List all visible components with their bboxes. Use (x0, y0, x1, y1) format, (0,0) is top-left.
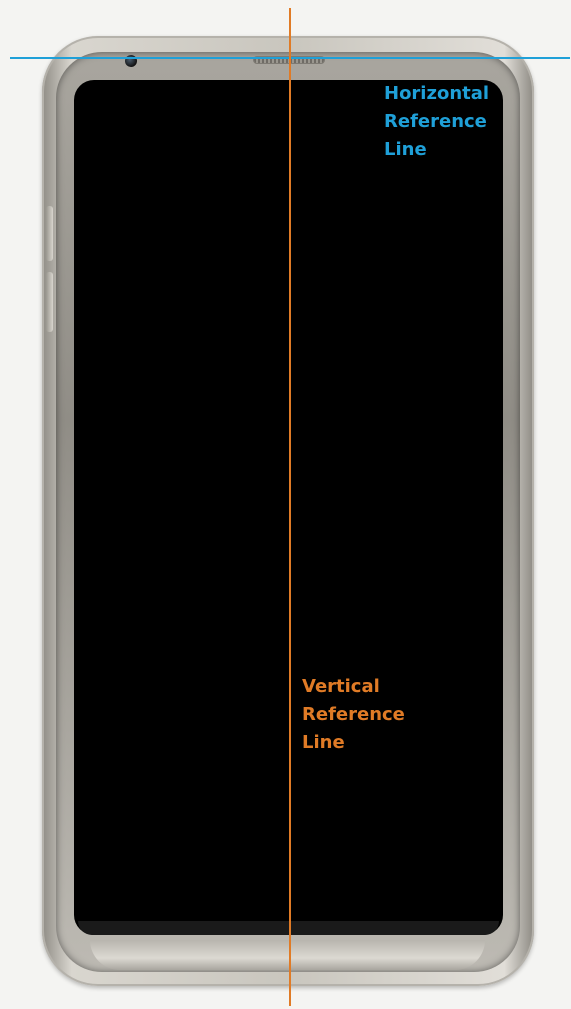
vertical-reference-line (289, 8, 291, 1006)
horizontal-label-line-2: Reference (384, 111, 487, 132)
horizontal-label-line-3: Line (384, 139, 427, 160)
vertical-label-line-1: Vertical (302, 676, 380, 697)
vertical-label-line-3: Line (302, 732, 345, 753)
horizontal-label-line-1: Horizontal (384, 83, 490, 104)
horizontal-reference-label: Horizontal Reference Line (384, 80, 489, 164)
left-side-button-upper (46, 206, 53, 261)
phone-chin (90, 940, 485, 970)
vertical-reference-label: Vertical Reference Line (302, 673, 405, 757)
left-side-button-lower (46, 272, 53, 332)
vertical-label-line-2: Reference (302, 704, 405, 725)
